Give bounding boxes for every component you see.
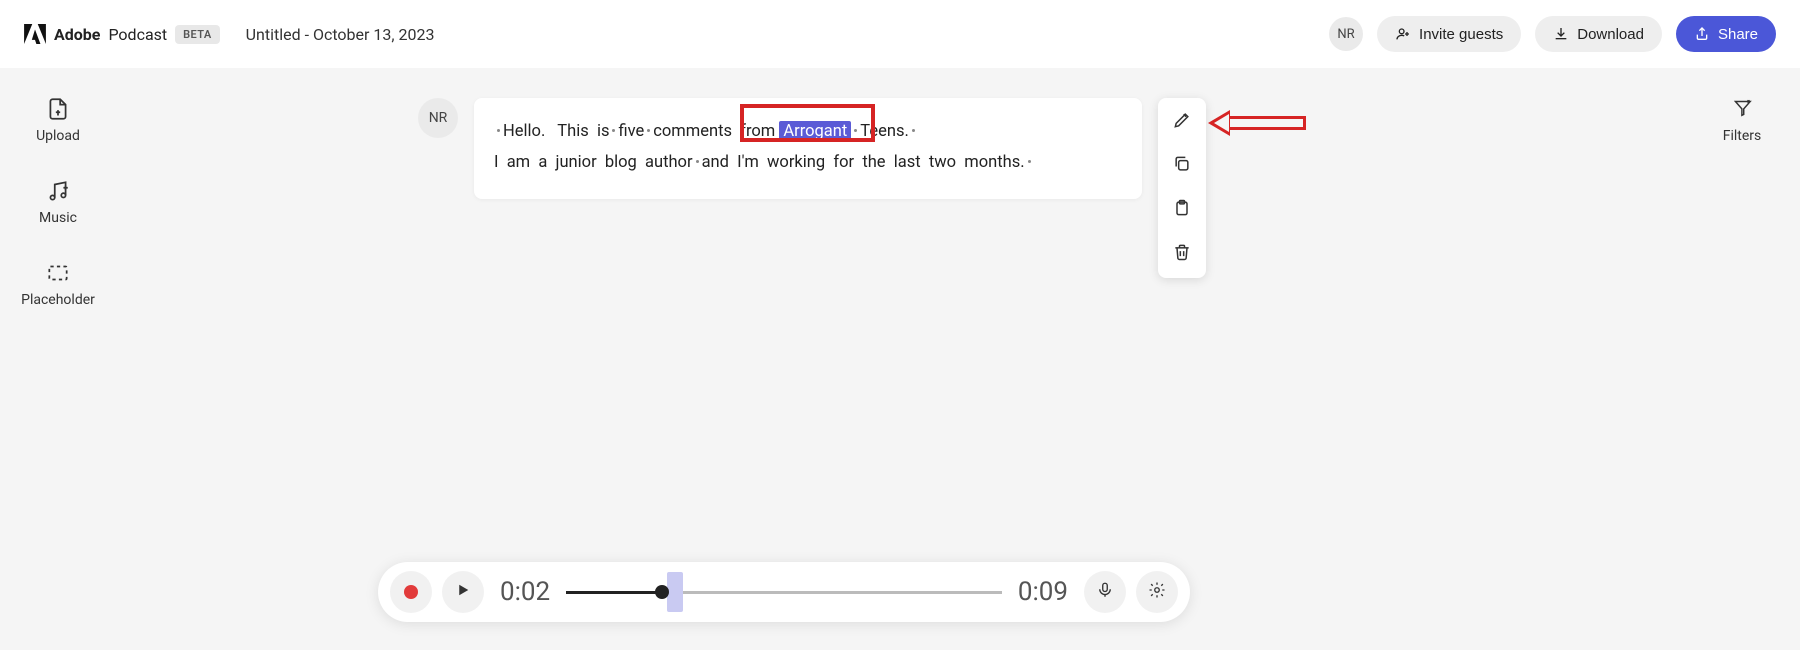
download-button[interactable]: Download [1535, 16, 1662, 52]
app-header: Adobe Podcast BETA Untitled - October 13… [0, 0, 1800, 68]
play-icon [454, 581, 472, 603]
invite-guests-button[interactable]: Invite guests [1377, 16, 1521, 52]
word[interactable]: last [894, 153, 921, 172]
share-icon [1694, 26, 1710, 42]
workspace: Upload Music Placeholder Filters NR [0, 68, 1800, 650]
pause-dot-icon [912, 129, 915, 132]
pause-dot-icon [696, 160, 699, 163]
upload-button[interactable]: Upload [36, 96, 80, 144]
pause-dot-icon [854, 129, 857, 132]
brand-sub: Podcast [108, 25, 167, 44]
edit-button[interactable] [1168, 108, 1196, 136]
context-action-panel [1158, 98, 1206, 278]
filters-icon [1729, 96, 1755, 122]
header-actions: NR Invite guests Download Share [1329, 16, 1776, 52]
person-plus-icon [1395, 26, 1411, 42]
invite-label: Invite guests [1419, 26, 1503, 43]
word[interactable]: five [618, 122, 644, 141]
speaker-avatar[interactable]: NR [418, 98, 458, 138]
word[interactable]: I [494, 153, 499, 172]
annotation-arrow [1208, 108, 1308, 136]
upload-icon [45, 96, 71, 122]
pause-dot-icon [647, 129, 650, 132]
placeholder-label: Placeholder [21, 292, 95, 308]
placeholder-button[interactable]: Placeholder [21, 260, 95, 308]
left-rail: Upload Music Placeholder [0, 96, 116, 308]
music-icon [45, 178, 71, 204]
playhead-knob[interactable] [655, 585, 669, 599]
player-bar: 0:02 0:09 [378, 562, 1190, 622]
share-label: Share [1718, 26, 1758, 43]
brand-bold: Adobe [54, 25, 100, 44]
download-label: Download [1577, 26, 1644, 43]
share-button[interactable]: Share [1676, 16, 1776, 52]
transcript-line-2[interactable]: I am a junior blog author and I'm working… [494, 147, 1120, 178]
pause-dot-icon [497, 129, 500, 132]
placeholder-icon [45, 260, 71, 286]
word[interactable]: Teens. [860, 122, 909, 141]
word[interactable]: comments [653, 122, 732, 141]
record-icon [404, 585, 418, 599]
record-button[interactable] [390, 571, 432, 613]
word[interactable]: am [507, 153, 530, 172]
right-rail: Filters [1684, 96, 1800, 144]
word[interactable]: two [929, 153, 956, 172]
word[interactable]: working [767, 153, 825, 172]
current-time: 0:02 [500, 577, 550, 607]
filters-label: Filters [1723, 128, 1762, 144]
clipboard-icon [1172, 198, 1192, 222]
word-highlighted[interactable]: Arrogant [779, 121, 851, 142]
word[interactable]: is [597, 122, 610, 141]
word[interactable]: from [740, 122, 775, 141]
delete-button[interactable] [1168, 240, 1196, 268]
microphone-icon [1096, 581, 1114, 603]
word[interactable]: a [538, 153, 547, 172]
play-button[interactable] [442, 571, 484, 613]
word[interactable]: author [645, 153, 693, 172]
track-remaining [662, 591, 1002, 594]
music-button[interactable]: Music [39, 178, 77, 226]
gear-icon [1148, 581, 1166, 603]
pencil-icon [1172, 110, 1192, 134]
word[interactable]: This [557, 122, 588, 141]
download-icon [1553, 26, 1569, 42]
word[interactable]: blog [605, 153, 637, 172]
word[interactable]: Hello. [503, 122, 545, 141]
seek-track[interactable] [566, 572, 1002, 612]
transcript-block: NR Hello. This isfive comments from Arrog… [418, 98, 1142, 199]
music-label: Music [39, 210, 77, 226]
brand-group: Adobe Podcast BETA [24, 24, 220, 44]
transcript-card[interactable]: Hello. This isfive comments from Arrogant… [474, 98, 1142, 199]
total-time: 0:09 [1018, 577, 1068, 607]
microphone-button[interactable] [1084, 571, 1126, 613]
word[interactable]: the [862, 153, 885, 172]
beta-badge: BETA [175, 25, 219, 44]
adobe-logo-icon [24, 24, 46, 44]
filters-button[interactable]: Filters [1723, 96, 1762, 144]
settings-button[interactable] [1136, 571, 1178, 613]
upload-label: Upload [36, 128, 80, 144]
selection-marker[interactable] [667, 572, 683, 612]
word[interactable]: for [833, 153, 854, 172]
clipboard-button[interactable] [1168, 196, 1196, 224]
transcript-line-1[interactable]: Hello. This isfive comments from Arrogant… [494, 116, 1120, 147]
user-avatar[interactable]: NR [1329, 17, 1363, 51]
copy-icon [1172, 154, 1192, 178]
word[interactable]: junior [556, 153, 597, 172]
word[interactable]: I'm [737, 153, 759, 172]
pause-dot-icon [1028, 160, 1031, 163]
trash-icon [1172, 242, 1192, 266]
pause-dot-icon [612, 129, 615, 132]
word[interactable]: months. [964, 153, 1024, 172]
track-played [566, 591, 662, 594]
word[interactable]: and [702, 153, 729, 172]
copy-button[interactable] [1168, 152, 1196, 180]
document-title[interactable]: Untitled - October 13, 2023 [246, 25, 435, 44]
